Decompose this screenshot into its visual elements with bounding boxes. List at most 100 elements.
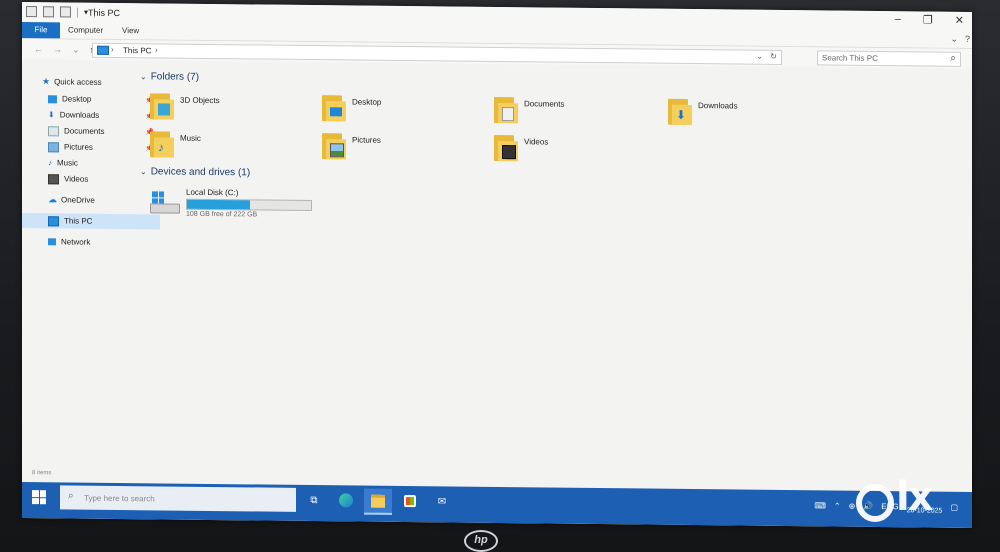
folder-music[interactable]: ♪ Music — [150, 129, 320, 165]
breadcrumb-this-pc[interactable]: This PC — [123, 46, 151, 55]
new-folder-icon[interactable] — [60, 6, 71, 18]
item-count: 8 items — [32, 470, 52, 477]
sidebar-item-label: Desktop — [62, 94, 92, 104]
folders-group-header[interactable]: ⌄ Folders (7) — [140, 71, 199, 83]
search-icon: ⌕ — [68, 490, 74, 502]
toolbar-separator — [77, 7, 78, 18]
drives-header-label: Devices and drives (1) — [150, 166, 251, 179]
videos-folder-icon — [494, 133, 518, 163]
navigation-pane: ★ Quick access Desktop 📌 ⬇ Downloads 📌 D… — [22, 66, 160, 487]
folder-pictures[interactable]: Pictures — [322, 131, 492, 167]
drive-usage-fill — [187, 199, 251, 210]
folder-label: Downloads — [698, 101, 738, 111]
folder-downloads[interactable]: ⬇ Downloads — [668, 97, 838, 133]
music-folder-icon: ♪ — [150, 129, 174, 159]
olx-watermark: lx — [856, 474, 966, 522]
drives-group-header[interactable]: ⌄ Devices and drives (1) — [140, 166, 250, 178]
pictures-folder-icon — [322, 131, 346, 161]
folder-label: Music — [180, 133, 201, 143]
content-pane: ⌄ Folders (7) 3D Objects Desktop Documen… — [134, 65, 964, 494]
store-icon[interactable] — [396, 489, 424, 513]
drive-label: Local Disk (C:) — [186, 187, 239, 198]
refresh-icon[interactable]: ↻ — [770, 52, 777, 61]
videos-icon — [48, 173, 59, 184]
tab-view[interactable]: View — [122, 26, 139, 35]
taskbar-search-placeholder: Type here to search — [84, 493, 155, 504]
search-input[interactable]: Search This PC ⌕ — [817, 50, 961, 67]
folder-documents[interactable]: Documents — [494, 95, 664, 131]
chevron-down-icon: ⌄ — [140, 72, 147, 82]
maximize-icon[interactable]: ❐ — [923, 13, 933, 26]
drive-free-space: 108 GB free of 222 GB — [186, 210, 258, 219]
desktop-folder-icon — [322, 93, 346, 123]
documents-icon — [48, 125, 59, 136]
pc-icon — [97, 45, 109, 55]
download-arrow-icon: ⬇ — [676, 107, 687, 122]
navigation-buttons: ← → ⌄ ↑ — [34, 44, 94, 56]
windows-logo-icon — [152, 191, 164, 204]
olx-watermark-text: lx — [896, 474, 933, 520]
folder-3d-objects[interactable]: 3D Objects — [150, 91, 320, 127]
recent-locations-icon[interactable]: ⌄ — [72, 45, 80, 56]
folders-header-label: Folders (7) — [150, 71, 200, 83]
sidebar-item-label: Music — [57, 158, 78, 168]
3d-objects-icon — [150, 91, 174, 121]
breadcrumb-chevron-icon[interactable]: › — [155, 45, 158, 54]
network-status-icon[interactable]: ⊕ — [849, 501, 856, 510]
help-icon[interactable]: ? — [965, 34, 970, 44]
task-view-icon[interactable]: ⧉ — [300, 488, 328, 512]
music-note-icon: ♪ — [158, 140, 164, 155]
edge-icon[interactable] — [332, 488, 360, 512]
forward-icon[interactable]: → — [53, 44, 62, 55]
search-icon[interactable]: ⌕ — [950, 53, 956, 64]
tab-file[interactable]: File — [22, 22, 60, 39]
music-icon: ♪ — [48, 158, 52, 168]
start-button-icon[interactable] — [32, 490, 46, 505]
sidebar-item-label: This PC — [64, 216, 93, 226]
close-icon[interactable]: ✕ — [955, 14, 964, 27]
network-icon — [48, 238, 56, 246]
address-field[interactable]: › This PC › ⌄ ↻ — [92, 42, 782, 65]
keyboard-icon[interactable]: ⌨ — [814, 501, 826, 510]
documents-folder-icon — [494, 95, 518, 125]
hp-logo: hp — [464, 530, 498, 552]
tab-computer[interactable]: Computer — [68, 25, 103, 34]
sidebar-item-label: OneDrive — [61, 195, 95, 205]
sidebar-item-label: Pictures — [64, 142, 93, 152]
screen: ▾ This PC – ❐ ✕ File Computer View ⌄ ? ←… — [22, 2, 972, 528]
file-explorer-icon[interactable] — [364, 488, 392, 515]
address-dropdown-icon[interactable]: ⌄ — [756, 52, 763, 61]
star-icon: ★ — [42, 76, 51, 87]
expand-ribbon-icon[interactable]: ⌄ — [950, 34, 958, 45]
folder-label: 3D Objects — [180, 95, 220, 106]
cloud-icon: ☁ — [48, 194, 57, 205]
downloads-folder-icon: ⬇ — [668, 97, 692, 127]
pc-icon — [48, 215, 59, 226]
mail-icon[interactable]: ✉ — [428, 489, 456, 513]
folder-label: Documents — [524, 99, 565, 109]
properties-icon[interactable] — [43, 6, 54, 18]
sidebar-item-label: Videos — [64, 174, 89, 184]
sidebar-item-label: Quick access — [54, 77, 102, 87]
sidebar-item-label: Documents — [64, 126, 105, 136]
pictures-icon — [48, 141, 59, 152]
sidebar-item-label: Downloads — [59, 110, 100, 120]
download-icon: ⬇ — [48, 110, 55, 120]
window-title: This PC — [88, 7, 121, 19]
folder-desktop[interactable]: Desktop — [322, 93, 492, 129]
hard-drive-icon — [150, 191, 180, 214]
back-icon[interactable]: ← — [34, 44, 43, 55]
sidebar-item-label: Network — [61, 237, 91, 247]
folder-label: Pictures — [352, 135, 381, 145]
folder-label: Desktop — [352, 97, 382, 107]
app-icon — [26, 6, 37, 18]
search-placeholder: Search This PC — [822, 53, 878, 63]
show-hidden-icons-icon[interactable]: ⌃ — [834, 501, 841, 510]
folder-videos[interactable]: Videos — [494, 133, 664, 169]
taskbar-search[interactable]: ⌕ Type here to search — [60, 485, 296, 512]
drive-local-disk-c[interactable]: Local Disk (C:) 108 GB free of 222 GB — [150, 187, 350, 223]
breadcrumb-chevron-icon[interactable]: › — [111, 45, 114, 54]
minimize-icon[interactable]: – — [895, 13, 901, 26]
desktop-icon — [48, 94, 57, 103]
folder-label: Videos — [524, 137, 549, 147]
